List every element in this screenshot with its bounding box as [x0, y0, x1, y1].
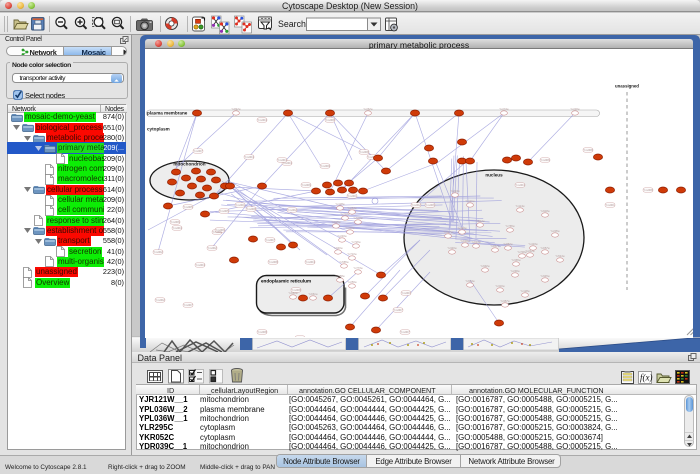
svg-text:Yx918w: Yx918w — [540, 209, 549, 213]
svg-text:Yxx002: Yxx002 — [207, 246, 217, 250]
svg-text:Yx882w: Yx882w — [503, 242, 512, 246]
svg-text:Yx346w: Yx346w — [447, 246, 456, 250]
svg-text:Yxx008: Yxx008 — [325, 118, 335, 122]
svg-text:Yxx006: Yxx006 — [215, 228, 225, 232]
svg-text:plasma membrane: plasma membrane — [147, 111, 188, 116]
svg-text:Yxx009: Yxx009 — [320, 164, 330, 168]
svg-text:Yx205w: Yx205w — [550, 229, 559, 233]
svg-text:Yxx008: Yxx008 — [359, 150, 369, 154]
svg-text:Search:: Search: — [278, 19, 308, 29]
svg-text:Yx262w: Yx262w — [363, 107, 372, 111]
svg-text:Yx994w: Yx994w — [465, 279, 474, 283]
svg-text:Yx765w: Yx765w — [505, 224, 514, 228]
svg-text:Yxx006: Yxx006 — [170, 220, 180, 224]
svg-text:Yxx004: Yxx004 — [244, 155, 254, 159]
svg-text:Yxx005: Yxx005 — [219, 209, 229, 213]
svg-text:Yxx001: Yxx001 — [605, 203, 615, 207]
svg-text:Yxx002: Yxx002 — [295, 336, 305, 337]
svg-text:Yxx006: Yxx006 — [425, 203, 435, 207]
svg-text:Yx433w: Yx433w — [528, 242, 537, 246]
svg-text:Yx700w: Yx700w — [517, 250, 526, 254]
svg-text:Yx128w: Yx128w — [520, 289, 529, 293]
svg-text:Yx639w: Yx639w — [460, 239, 469, 243]
svg-text:Yx576w: Yx576w — [353, 216, 362, 220]
svg-text:Yxx001: Yxx001 — [347, 194, 357, 198]
svg-text:Yx843w: Yx843w — [475, 219, 484, 223]
svg-text:Yx128w: Yx128w — [335, 202, 344, 206]
svg-text:Yxx006: Yxx006 — [540, 158, 550, 162]
svg-text:Yxx007: Yxx007 — [393, 308, 403, 312]
svg-text:Yx842w: Yx842w — [231, 107, 240, 111]
svg-text:Yxx008: Yxx008 — [246, 207, 256, 211]
svg-text:Yxx004: Yxx004 — [305, 260, 315, 264]
svg-text:Yx458w: Yx458w — [335, 274, 344, 278]
svg-text:Yx925w: Yx925w — [331, 220, 340, 224]
svg-text:Yx121w: Yx121w — [465, 199, 474, 203]
svg-text:Yxx008: Yxx008 — [257, 330, 267, 334]
svg-text:Yx299w: Yx299w — [510, 269, 519, 273]
svg-text:Yx274w: Yx274w — [499, 107, 508, 111]
svg-text:Yx234w: Yx234w — [450, 189, 459, 193]
svg-text:unassigned: unassigned — [615, 84, 639, 89]
svg-text:Yx249w: Yx249w — [337, 234, 346, 238]
svg-text:Yx657w: Yx657w — [540, 246, 549, 250]
svg-text:Yxx008: Yxx008 — [583, 148, 593, 152]
svg-text:Yx773w: Yx773w — [353, 266, 362, 270]
svg-text:Yx613w: Yx613w — [471, 240, 480, 244]
svg-text:Yxx003: Yxx003 — [401, 291, 411, 295]
svg-text:Yx704w: Yx704w — [340, 212, 349, 216]
svg-text:mitochondrion: mitochondrion — [173, 162, 205, 167]
svg-text:Yx365w: Yx365w — [511, 258, 520, 262]
svg-text:Yx661w: Yx661w — [308, 292, 317, 296]
svg-text:Yx316w: Yx316w — [495, 284, 504, 288]
svg-text:Yxx002: Yxx002 — [287, 208, 297, 212]
svg-text:Yxx007: Yxx007 — [193, 149, 203, 153]
svg-text:Yx230w: Yx230w — [570, 107, 579, 111]
svg-text:Yx544w: Yx544w — [555, 254, 564, 258]
svg-text:cytoplasm: cytoplasm — [147, 127, 170, 132]
svg-text:Yx661w: Yx661w — [288, 291, 297, 295]
svg-text:Yxx004: Yxx004 — [195, 263, 205, 267]
svg-text:Yx259w: Yx259w — [347, 280, 356, 284]
svg-text:Yxx002: Yxx002 — [411, 203, 421, 207]
svg-text:Yx357w: Yx357w — [500, 299, 509, 303]
svg-text:Yx867w: Yx867w — [490, 244, 499, 248]
svg-text:Yxx008: Yxx008 — [643, 188, 653, 192]
svg-text:Yx992w: Yx992w — [480, 264, 489, 268]
svg-text:Yx945w: Yx945w — [540, 274, 549, 278]
svg-text:Yxx006: Yxx006 — [301, 183, 311, 187]
svg-text:Yx317w: Yx317w — [443, 230, 452, 234]
svg-text:endoplasmic reticulum: endoplasmic reticulum — [261, 279, 311, 284]
svg-text:Yx771w: Yx771w — [345, 226, 354, 230]
svg-text:nucleus: nucleus — [485, 173, 503, 178]
svg-text:Yx946w: Yx946w — [333, 246, 342, 250]
svg-text:Yx114w: Yx114w — [515, 204, 524, 208]
svg-text:Yxx005: Yxx005 — [183, 205, 193, 209]
svg-text:Yxx004: Yxx004 — [515, 183, 525, 187]
svg-text:Yxx008: Yxx008 — [268, 260, 278, 264]
svg-text:Yx726w: Yx726w — [351, 240, 360, 244]
svg-text:Yxx004: Yxx004 — [172, 226, 182, 230]
svg-text:Yx254w: Yx254w — [347, 206, 356, 210]
svg-text:Yx242w: Yx242w — [525, 249, 534, 253]
svg-text:Yxx004: Yxx004 — [277, 158, 287, 162]
svg-text:Yxx004: Yxx004 — [257, 118, 267, 122]
svg-text:Yxx007: Yxx007 — [400, 330, 410, 334]
svg-text:f(x): f(x) — [640, 373, 653, 383]
svg-text:Yx585w: Yx585w — [339, 260, 348, 264]
svg-text:Yxx002: Yxx002 — [155, 298, 165, 302]
svg-text:Yxx001: Yxx001 — [235, 203, 245, 207]
svg-text:Yxx002: Yxx002 — [153, 250, 163, 254]
svg-text:Yxx007: Yxx007 — [265, 238, 275, 242]
svg-text:Yx399w: Yx399w — [457, 226, 466, 230]
svg-text:Yx710w: Yx710w — [347, 252, 356, 256]
svg-text:Yxx007: Yxx007 — [183, 303, 193, 307]
